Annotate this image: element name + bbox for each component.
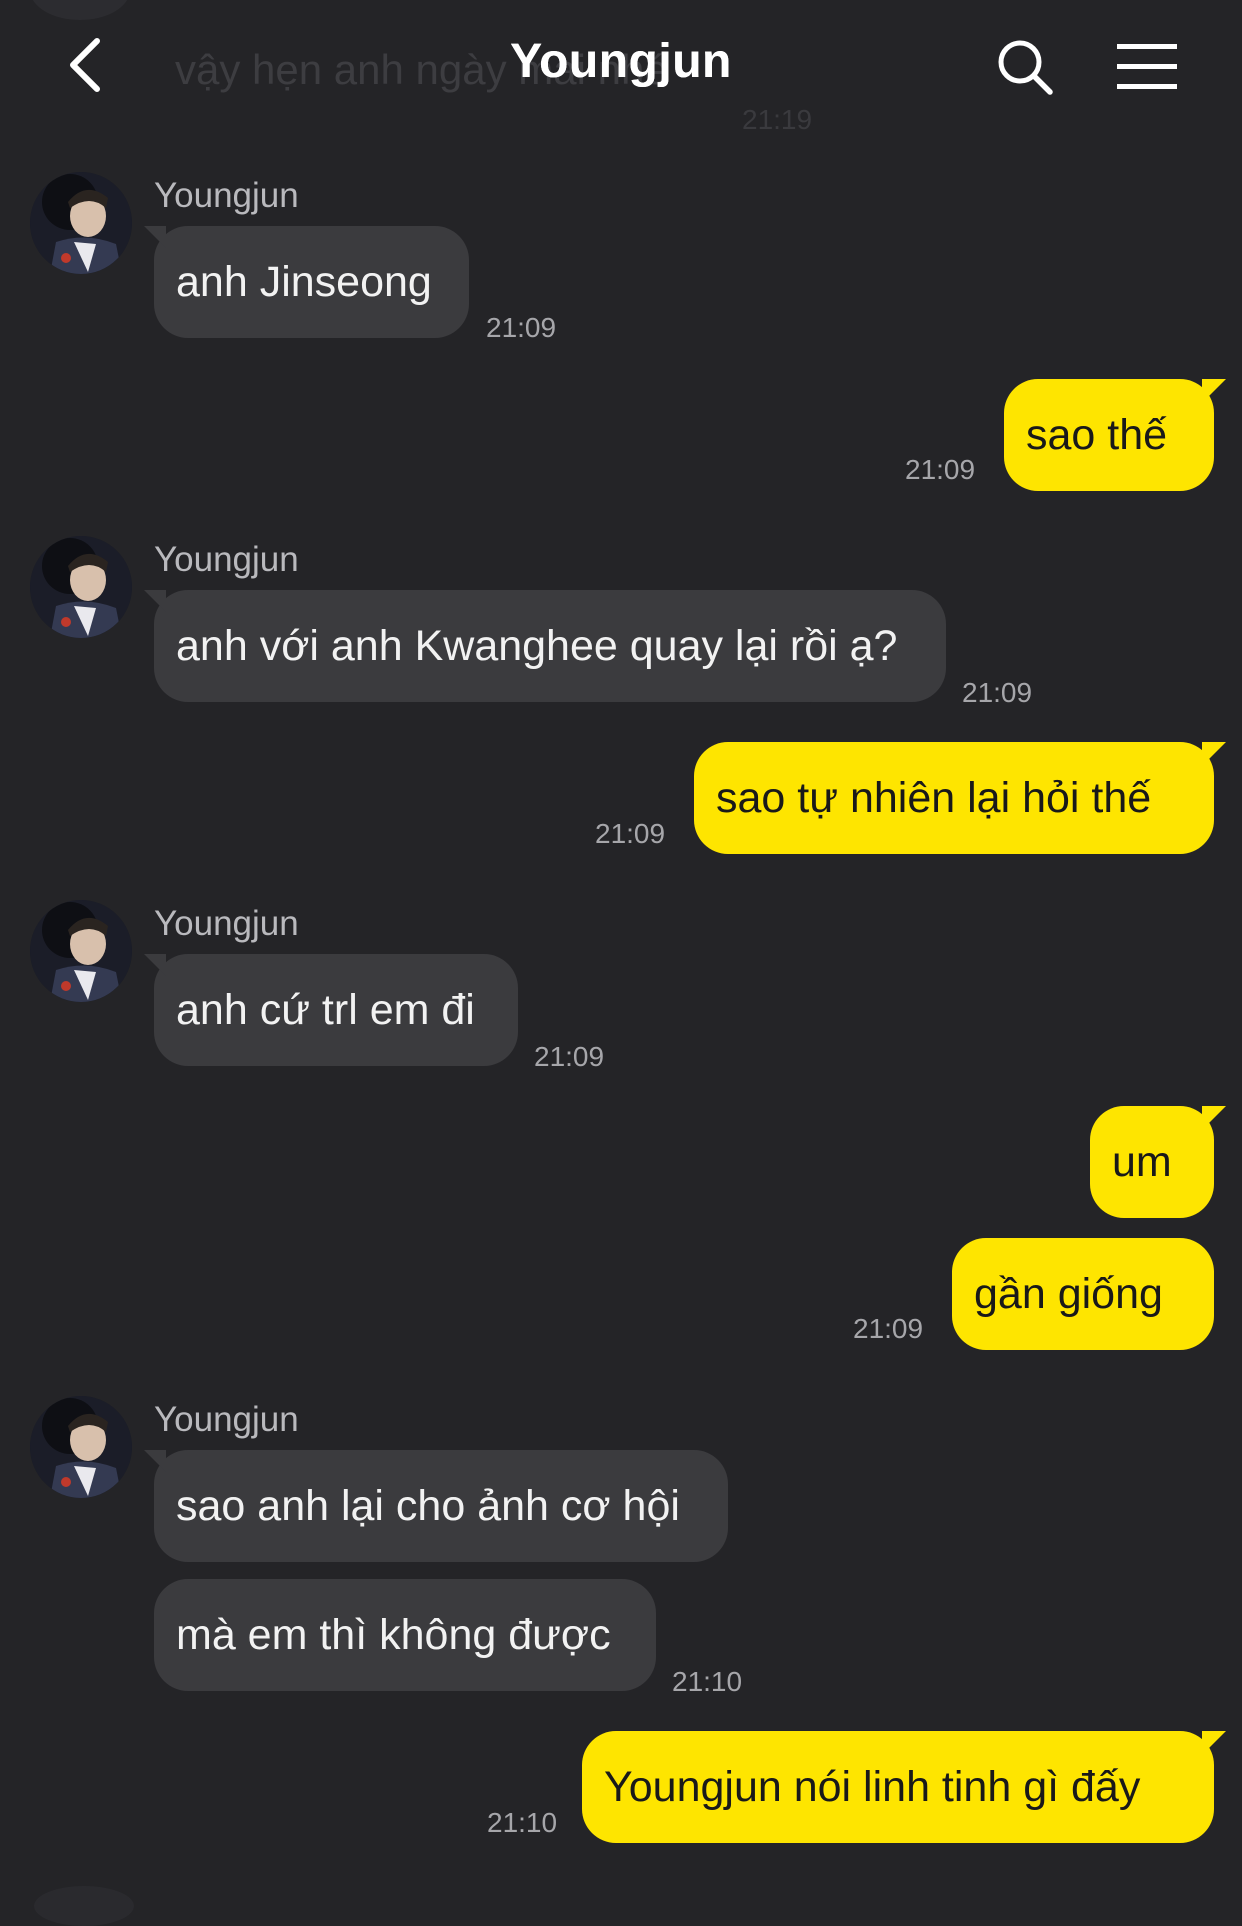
avatar[interactable]	[30, 900, 132, 1002]
avatar-image	[30, 172, 132, 274]
incoming-message[interactable]: anh cứ trl em đi	[144, 954, 518, 1066]
outgoing-message[interactable]: gần giống	[952, 1238, 1214, 1350]
message-time: 21:09	[853, 1313, 924, 1344]
outgoing-message[interactable]: um	[1090, 1106, 1226, 1218]
ghost-avatar	[30, 0, 130, 20]
search-icon	[998, 40, 1053, 95]
message-text: Youngjun nói linh tinh gì đấy	[604, 1762, 1141, 1811]
outgoing-message[interactable]: Youngjun nói linh tinh gì đấy	[582, 1731, 1226, 1843]
avatar[interactable]	[30, 1396, 132, 1498]
outgoing-message[interactable]: sao thế	[1004, 379, 1226, 491]
sender-name: Youngjun	[154, 540, 299, 579]
avatar[interactable]	[30, 536, 132, 638]
chat-header: vậy hẹn anh ngày mai nhé 21:19 Youngjun	[0, 0, 1242, 140]
avatar-image	[30, 900, 132, 1002]
sender-name: Youngjun	[154, 1400, 299, 1439]
message-time: 21:10	[672, 1666, 743, 1697]
avatar-image	[30, 1396, 132, 1498]
avatar[interactable]	[30, 172, 132, 274]
message-text: sao thế	[1026, 410, 1168, 459]
menu-icon	[1117, 44, 1177, 89]
message-text: sao anh lại cho ảnh cơ hội	[176, 1481, 680, 1530]
sender-name: Youngjun	[154, 176, 299, 215]
incoming-message[interactable]: sao anh lại cho ảnh cơ hội	[144, 1450, 728, 1562]
message-text: mà em thì không được	[176, 1610, 611, 1659]
message-time: 21:09	[962, 677, 1033, 708]
message-time: 21:09	[486, 312, 557, 343]
message-text: anh với anh Kwanghee quay lại rồi ạ?	[176, 621, 898, 670]
incoming-message[interactable]: anh với anh Kwanghee quay lại rồi ạ?	[144, 590, 946, 702]
message-text: anh cứ trl em đi	[176, 985, 475, 1034]
search-button[interactable]	[988, 30, 1062, 104]
outgoing-message[interactable]: sao tự nhiên lại hỏi thế	[694, 742, 1226, 854]
message-text: anh Jinseong	[176, 257, 432, 306]
message-text: sao tự nhiên lại hỏi thế	[716, 773, 1152, 822]
incoming-message[interactable]: mà em thì không được	[154, 1579, 656, 1691]
message-time: 21:09	[534, 1041, 605, 1072]
incoming-message[interactable]: anh Jinseong	[144, 226, 469, 338]
partial-avatar	[34, 1886, 134, 1926]
message-text: um	[1112, 1137, 1172, 1186]
message-text: gần giống	[974, 1269, 1163, 1318]
sender-name: Youngjun	[154, 904, 299, 943]
message-time: 21:09	[905, 454, 976, 485]
avatar-image	[30, 536, 132, 638]
message-time: 21:10	[487, 1807, 558, 1838]
menu-button[interactable]	[1110, 30, 1184, 104]
message-time: 21:09	[595, 818, 666, 849]
ghost-previous-time: 21:19	[742, 104, 813, 135]
